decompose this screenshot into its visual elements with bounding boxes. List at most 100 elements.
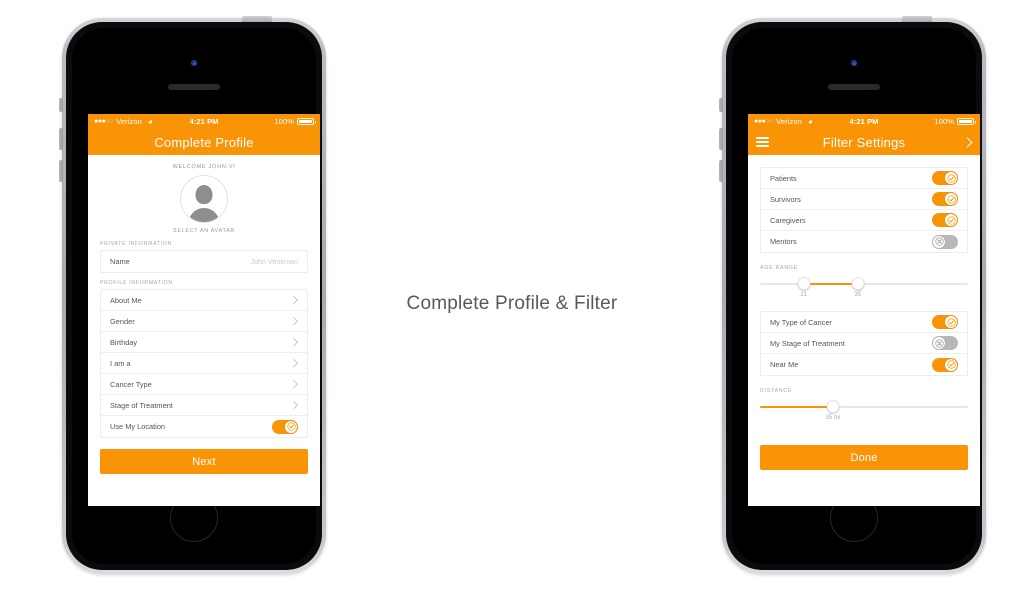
check-icon: [946, 360, 956, 369]
distance-block: DISTANCE 35 mi: [760, 388, 968, 425]
avatar[interactable]: [180, 175, 228, 223]
status-right: 100%: [934, 117, 976, 126]
row-i-am-a[interactable]: I am a: [101, 353, 307, 374]
toggle-knob: [945, 193, 957, 205]
row-label: My Type of Cancer: [770, 317, 832, 327]
row-my-type-of-cancer[interactable]: My Type of Cancer: [761, 312, 967, 333]
phone-right: ●●●○○ Verizon ◕ 4:21 PM 100% Filter Sett…: [719, 16, 986, 574]
check-icon: [946, 215, 956, 225]
volume-down-button[interactable]: [59, 160, 63, 182]
row-my-stage-of-treatment[interactable]: My Stage of Treatment: [761, 333, 967, 354]
row-use-my-location[interactable]: Use My Location: [101, 416, 307, 437]
row-stage-of-treatment[interactable]: Stage of Treatment: [101, 395, 307, 416]
row-caregivers[interactable]: Caregivers: [761, 210, 967, 231]
carrier-label: Verizon: [776, 117, 802, 126]
row-survivors[interactable]: Survivors: [761, 189, 967, 210]
check-icon: [946, 317, 956, 327]
toggle-patients[interactable]: [932, 171, 958, 185]
row-label: I am a: [110, 358, 131, 368]
wifi-icon: ◕: [807, 116, 813, 126]
phone-body: ●●●○○ Verizon ◕ 4:21 PM 100% Filter Sett…: [726, 22, 982, 570]
chevron-right-icon: [289, 359, 298, 367]
section-label-private: PRIVATE INFORMATION: [100, 241, 173, 247]
age-max-value: 35: [854, 292, 862, 298]
toggle-near-me[interactable]: [932, 357, 958, 372]
toggle-survivors[interactable]: [932, 192, 958, 206]
row-label: Birthday: [110, 337, 138, 347]
toggle-my-type-of-cancer[interactable]: [932, 315, 958, 329]
row-cancer-type[interactable]: Cancer Type: [101, 374, 307, 395]
volume-up-button[interactable]: [59, 128, 63, 150]
filter-content: Patients Survivors Caregivers Mentors AG…: [748, 155, 980, 506]
welcome-label: WELCOME JOHN.VI: [172, 164, 236, 170]
toggle-knob: [933, 235, 945, 248]
row-label: Name: [110, 257, 130, 266]
distance-slider[interactable]: [760, 400, 968, 414]
toggle-knob: [945, 214, 957, 226]
slider-handle-max[interactable]: [851, 277, 865, 290]
avatar-body-icon: [188, 208, 220, 222]
check-icon: [286, 422, 296, 431]
navigation-bar: Filter Settings: [748, 129, 980, 155]
silent-switch[interactable]: [59, 98, 63, 112]
battery-percent-label: 100%: [274, 117, 294, 126]
select-avatar-label[interactable]: SELECT AN AVATAR: [88, 228, 320, 234]
toggle-knob: [945, 358, 957, 371]
distance-label: DISTANCE: [760, 388, 793, 394]
battery-percent-label: 100%: [934, 117, 954, 126]
next-button[interactable]: Next: [100, 449, 308, 474]
age-range-block: AGE RANGE 21 35: [760, 265, 968, 302]
slider-handle-min[interactable]: [797, 277, 811, 290]
toggle-use-my-location[interactable]: [272, 419, 298, 434]
toggle-knob: [285, 420, 297, 433]
screen-filter-settings: ●●●○○ Verizon ◕ 4:21 PM 100% Filter Sett…: [748, 114, 980, 506]
row-label: Near Me: [770, 360, 799, 369]
forward-button[interactable]: [962, 129, 973, 155]
earpiece-speaker: [168, 84, 220, 90]
toggle-caregivers[interactable]: [932, 213, 958, 227]
slider-fill: [803, 283, 858, 285]
phone-glass: ●●●○○ Verizon ◕ 4:21 PM 100% Filter Sett…: [732, 28, 980, 564]
toggle-mentors[interactable]: [932, 234, 958, 249]
slider-fill: [760, 406, 833, 408]
age-min-value: 21: [800, 292, 808, 298]
silent-switch[interactable]: [719, 98, 723, 112]
done-button[interactable]: Done: [760, 445, 968, 470]
card-private-information: Name John Venkman: [100, 250, 308, 273]
battery-icon: [297, 118, 316, 125]
row-mentors[interactable]: Mentors: [761, 231, 967, 252]
avatar-container[interactable]: [88, 175, 320, 223]
front-camera-icon: [191, 60, 197, 66]
earpiece-speaker: [828, 84, 880, 90]
volume-down-button[interactable]: [719, 160, 723, 182]
row-near-me[interactable]: Near Me: [761, 354, 967, 375]
menu-button[interactable]: [756, 129, 769, 155]
chevron-right-icon: [289, 338, 298, 346]
phone-frame: ●●●○○ Verizon ◕ 4:21 PM 100% Filter Sett…: [719, 16, 986, 574]
row-patients[interactable]: Patients: [761, 168, 967, 189]
row-birthday[interactable]: Birthday: [101, 332, 307, 353]
close-icon: [934, 237, 944, 246]
row-label: Stage of Treatment: [110, 400, 173, 410]
volume-up-button[interactable]: [719, 128, 723, 150]
age-range-ticks: 21 35: [760, 292, 968, 302]
age-range-slider[interactable]: [760, 277, 968, 291]
row-label: Cancer Type: [110, 379, 152, 389]
battery-icon: [957, 118, 976, 125]
front-camera-icon: [851, 60, 857, 66]
navigation-bar: Complete Profile: [88, 129, 320, 155]
card-matching-filters: My Type of Cancer My Stage of Treatment …: [760, 311, 968, 376]
chevron-right-icon: [289, 380, 298, 388]
row-name[interactable]: Name John Venkman: [101, 251, 307, 272]
wifi-icon: ◕: [147, 116, 153, 126]
name-input[interactable]: John Venkman: [250, 257, 298, 266]
page-title: Complete Profile: [154, 134, 254, 150]
row-label: Survivors: [770, 194, 801, 204]
toggle-my-stage-of-treatment[interactable]: [932, 336, 958, 350]
chevron-right-icon: [289, 317, 298, 325]
slider-handle[interactable]: [826, 400, 840, 413]
status-bar: ●●●○○ Verizon ◕ 4:21 PM 100%: [88, 114, 320, 129]
row-label: Mentors: [770, 237, 797, 246]
section-label-profile: PROFILE INFORMATION: [100, 280, 173, 286]
toggle-knob: [945, 316, 957, 328]
